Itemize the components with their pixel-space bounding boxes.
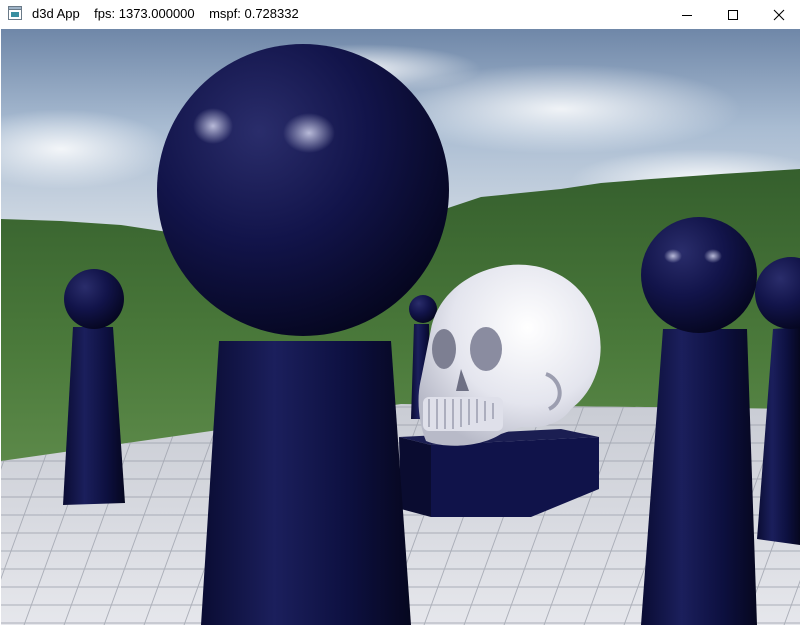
window-title: d3d App fps: 1373.000000 mspf: 0.728332: [32, 6, 299, 21]
app-window-icon: [8, 6, 22, 20]
specular-highlight: [193, 108, 233, 144]
box: [399, 437, 431, 517]
column: [201, 341, 411, 625]
sphere: [64, 269, 124, 329]
render-viewport[interactable]: [1, 29, 800, 625]
app-window: d3d App fps: 1373.000000 mspf: 0.728332: [0, 0, 800, 625]
specular-highlight: [704, 249, 722, 263]
sphere: [157, 44, 449, 336]
title-bar[interactable]: d3d App fps: 1373.000000 mspf: 0.728332: [0, 0, 800, 29]
specular-highlight: [664, 249, 682, 263]
close-icon: [773, 9, 785, 20]
close-button[interactable]: [756, 0, 800, 29]
specular-highlight: [283, 113, 335, 153]
sphere: [409, 295, 437, 323]
sphere: [641, 217, 757, 333]
minimize-button[interactable]: [664, 0, 710, 29]
minimize-icon: [682, 14, 692, 16]
maximize-icon: [728, 9, 738, 20]
maximize-button[interactable]: [710, 0, 756, 29]
